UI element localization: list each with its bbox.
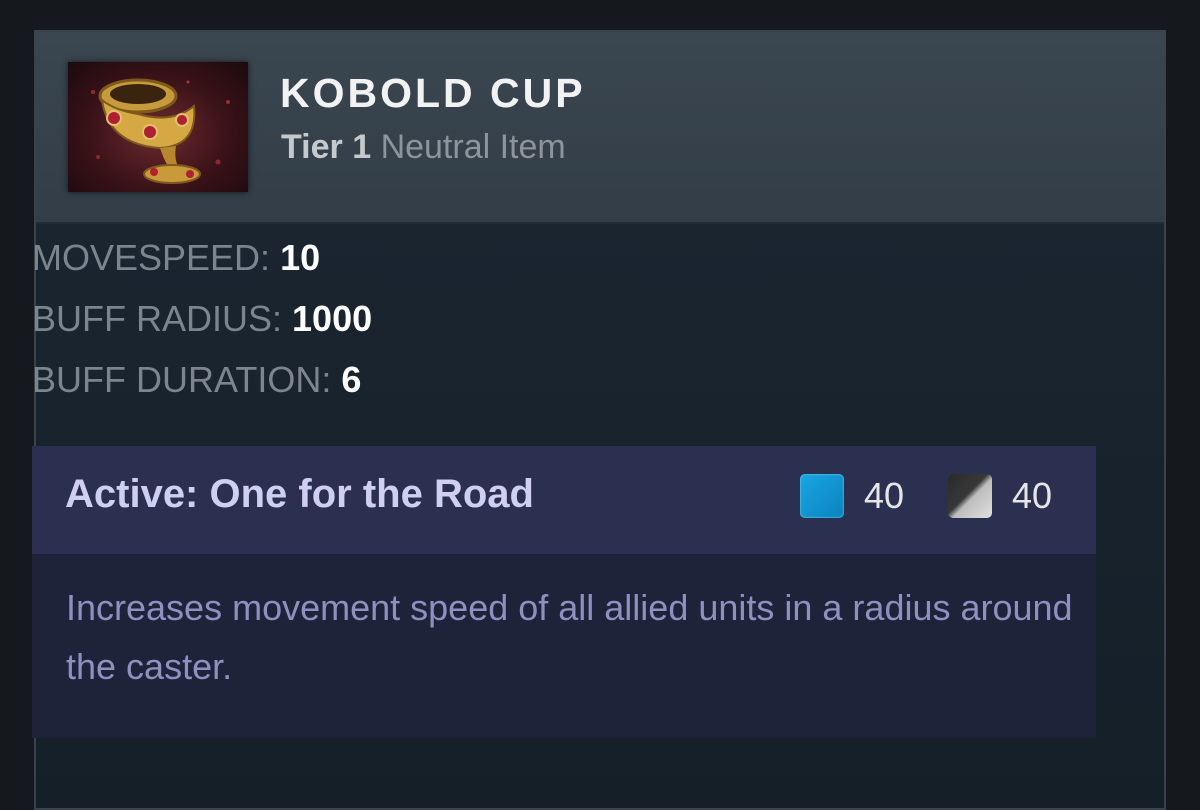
- stat-buff-radius: BUFF RADIUS: 1000: [32, 297, 372, 358]
- item-tier: Tier 1: [281, 128, 372, 166]
- mana-icon: [800, 474, 844, 518]
- stat-buff-duration: BUFF DURATION: 6: [32, 358, 372, 419]
- stat-value: 1000: [292, 298, 373, 339]
- mana-cost: 40: [800, 472, 904, 520]
- cooldown: 40: [948, 472, 1052, 520]
- ability-panel: Active: One for the Road 40 40 Increases…: [32, 446, 1096, 738]
- cooldown-value: 40: [1012, 475, 1053, 516]
- stat-label: BUFF RADIUS:: [32, 298, 283, 339]
- ability-name: Active: One for the Road: [65, 472, 534, 516]
- stat-label: BUFF DURATION:: [32, 359, 332, 400]
- cooldown-icon: [948, 474, 992, 518]
- mana-cost-value: 40: [864, 475, 905, 516]
- item-name: KOBOLD CUP: [280, 70, 586, 116]
- stat-value: 10: [280, 237, 321, 278]
- stat-movespeed: MOVESPEED: 10: [32, 236, 372, 297]
- item-type: Neutral Item: [380, 128, 566, 166]
- tooltip-header: KOBOLD CUP Tier 1 Neutral Item: [36, 32, 1164, 224]
- item-subtitle: Tier 1 Neutral Item: [281, 128, 566, 167]
- stat-label: MOVESPEED:: [32, 237, 271, 278]
- ability-description: Increases movement speed of all allied u…: [66, 587, 1073, 687]
- golden-goblet-icon: [68, 62, 248, 192]
- ability-header: Active: One for the Road 40 40: [32, 446, 1096, 554]
- stats-list: MOVESPEED: 10 BUFF RADIUS: 1000 BUFF DUR…: [32, 236, 372, 419]
- stat-value: 6: [341, 359, 362, 400]
